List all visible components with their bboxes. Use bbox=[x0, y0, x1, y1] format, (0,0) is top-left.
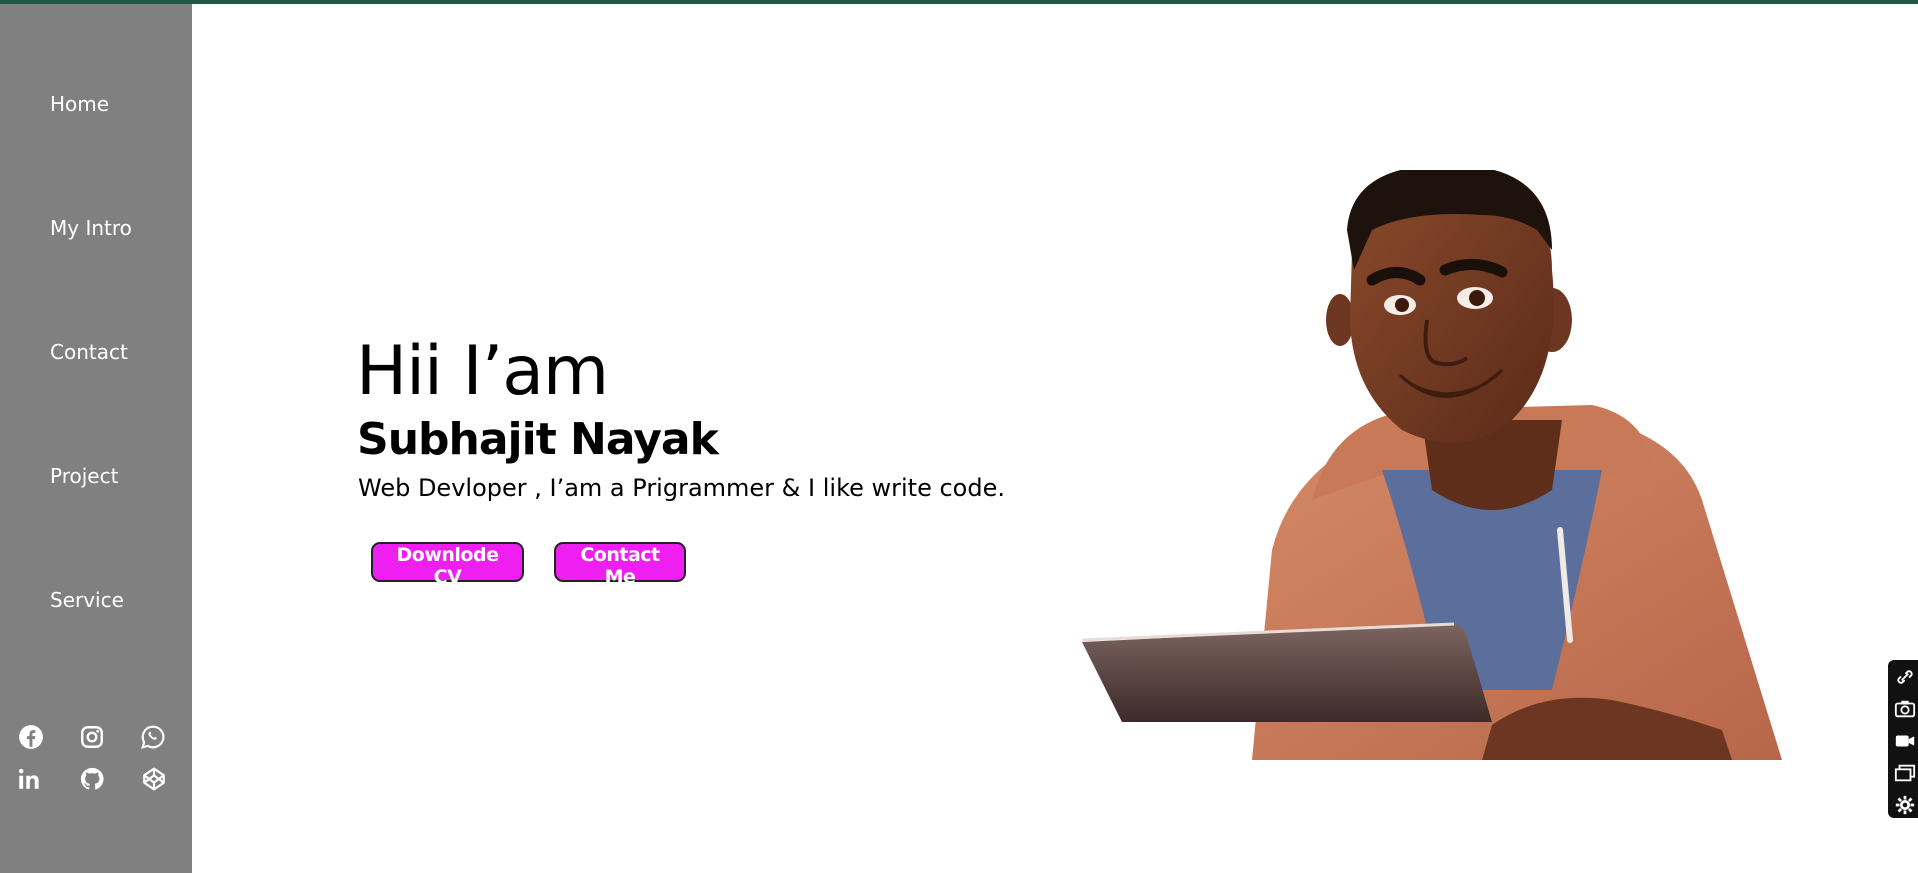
facebook-icon[interactable] bbox=[16, 722, 46, 752]
download-cv-button[interactable]: Downlode CV bbox=[371, 542, 524, 588]
contact-me-button[interactable]: Contact Me bbox=[554, 542, 686, 588]
sidebar-item-home[interactable]: Home bbox=[50, 92, 109, 116]
github-icon[interactable] bbox=[77, 764, 107, 794]
camera-icon[interactable] bbox=[1892, 696, 1918, 722]
sidebar-item-project[interactable]: Project bbox=[50, 464, 118, 488]
hero-tagline: Web Devloper , I’am a Prigrammer & I lik… bbox=[358, 474, 1005, 502]
codepen-icon[interactable] bbox=[139, 764, 169, 794]
instagram-icon[interactable] bbox=[77, 722, 107, 752]
extension-toolbar bbox=[1888, 660, 1918, 818]
hero-greeting: Hii I’am bbox=[356, 332, 609, 411]
gear-icon[interactable] bbox=[1892, 792, 1918, 818]
sidebar: Home My Intro Contact Project Service bbox=[0, 4, 192, 873]
sidebar-item-my-intro[interactable]: My Intro bbox=[50, 216, 132, 240]
video-icon[interactable] bbox=[1892, 728, 1918, 754]
avatar-illustration bbox=[1082, 170, 1824, 760]
sidebar-item-contact[interactable]: Contact bbox=[50, 340, 128, 364]
link-icon[interactable] bbox=[1892, 664, 1918, 690]
sidebar-item-service[interactable]: Service bbox=[50, 588, 124, 612]
window-icon[interactable] bbox=[1892, 760, 1918, 786]
top-accent-line bbox=[0, 0, 1918, 4]
hero-name: Subhajit Nayak bbox=[357, 414, 719, 465]
whatsapp-icon[interactable] bbox=[138, 722, 168, 752]
linkedin-icon[interactable] bbox=[14, 764, 44, 794]
